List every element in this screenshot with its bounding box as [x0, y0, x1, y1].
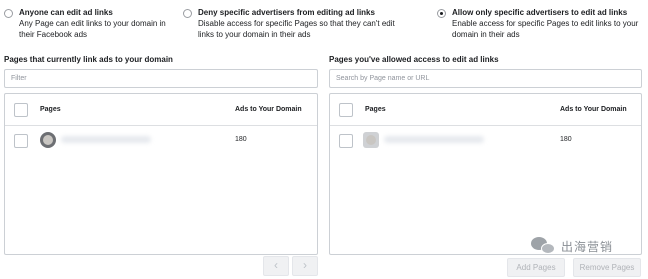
right-col-ads: Ads to Your Domain [560, 106, 627, 113]
left-table-header: Pages Ads to Your Domain [5, 94, 317, 126]
ads-count: 180 [235, 136, 247, 143]
option-allow[interactable]: Allow only specific advertisers to edit … [437, 7, 648, 40]
page-search-input[interactable]: Search by Page name or URL [329, 69, 642, 88]
wechat-icon [531, 237, 557, 255]
left-select-all-checkbox[interactable] [14, 103, 28, 117]
prev-page-button[interactable]: ‹ [263, 256, 289, 276]
row-checkbox[interactable] [339, 134, 353, 148]
remove-pages-button[interactable]: Remove Pages [573, 258, 641, 277]
option-deny-desc: Disable access for specific Pages so tha… [198, 19, 395, 39]
option-allow-desc: Enable access for specific Pages to edit… [452, 19, 639, 39]
right-table-header: Pages Ads to Your Domain [330, 94, 641, 126]
left-pages-table: Pages Ads to Your Domain 180 [4, 93, 318, 255]
chevron-right-icon: › [303, 258, 307, 272]
filter-input[interactable]: Filter [4, 69, 318, 88]
page-name [61, 136, 151, 143]
avatar [363, 132, 379, 148]
watermark-text: 出海营销 [561, 239, 614, 254]
left-panel-title: Pages that currently link ads to your do… [4, 55, 173, 64]
chevron-left-icon: ‹ [274, 258, 278, 272]
radio-deny[interactable] [183, 9, 192, 18]
avatar [40, 132, 56, 148]
table-row[interactable]: 180 [5, 126, 317, 154]
option-anyone-desc: Any Page can edit links to your domain i… [19, 19, 166, 39]
right-col-pages: Pages [365, 106, 386, 113]
option-allow-title: Allow only specific advertisers to edit … [452, 8, 628, 17]
next-page-button[interactable]: › [292, 256, 318, 276]
watermark: 出海营销 [531, 237, 613, 255]
left-col-pages: Pages [40, 106, 61, 113]
option-deny-title: Deny specific advertisers from editing a… [198, 8, 375, 17]
left-col-ads: Ads to Your Domain [235, 106, 302, 113]
option-deny[interactable]: Deny specific advertisers from editing a… [183, 7, 398, 40]
right-select-all-checkbox[interactable] [339, 103, 353, 117]
ads-count: 180 [560, 136, 572, 143]
row-checkbox[interactable] [14, 134, 28, 148]
radio-anyone[interactable] [4, 9, 13, 18]
page-name [384, 136, 484, 143]
radio-allow[interactable] [437, 9, 446, 18]
right-panel-title: Pages you've allowed access to edit ad l… [329, 55, 499, 64]
add-pages-button[interactable]: Add Pages [507, 258, 565, 277]
right-pages-table: Pages Ads to Your Domain 180 [329, 93, 642, 255]
table-row[interactable]: 180 [330, 126, 641, 154]
